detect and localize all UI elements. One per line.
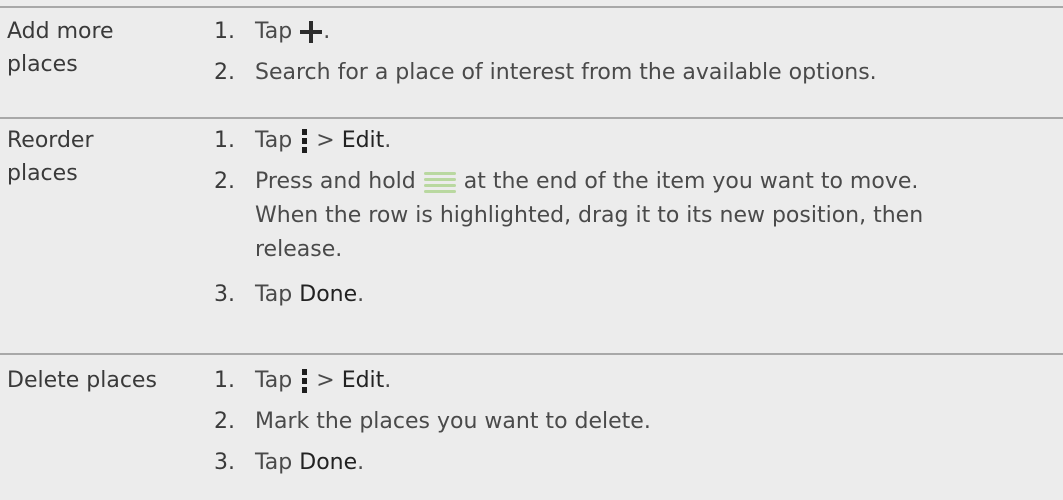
table-row-reorder-places: Reorder places 1. Tap > Edit. 2. Press a… bbox=[0, 117, 1063, 354]
step-text-separator: > bbox=[316, 368, 335, 393]
step-text-post: . bbox=[384, 368, 392, 393]
label-line: places bbox=[7, 52, 78, 77]
step-number: 1. bbox=[214, 128, 235, 153]
row-label-reorder-places: Reorder places bbox=[7, 124, 172, 190]
table-row-add-places: Add more places 1. Tap . 2. Search for a… bbox=[0, 6, 1063, 118]
instructions-table: Add more places 1. Tap . 2. Search for a… bbox=[0, 0, 1063, 500]
step-text-pre: Press and hold bbox=[255, 169, 416, 194]
step-action: Done bbox=[299, 450, 358, 475]
step-action: Done bbox=[299, 282, 358, 307]
step-text-pre: Tap bbox=[255, 19, 293, 44]
label-line: Delete places bbox=[7, 368, 157, 393]
step-text-post: . bbox=[357, 450, 365, 475]
menu-icon bbox=[302, 369, 308, 393]
step-text-post: . bbox=[323, 19, 331, 44]
step-text-post: at the end of the item you want to move. bbox=[463, 169, 919, 194]
step-number: 1. bbox=[214, 19, 235, 44]
step-text: Mark the places you want to delete. bbox=[255, 409, 651, 434]
row-label-add-places: Add more places bbox=[7, 15, 172, 81]
label-line: Add more bbox=[7, 19, 114, 44]
step-text-post: . bbox=[384, 128, 392, 153]
step-number: 3. bbox=[214, 282, 235, 307]
plus-icon bbox=[300, 21, 323, 43]
step-text-pre: Tap bbox=[255, 128, 293, 153]
step-text-post: . bbox=[357, 282, 365, 307]
step-number: 2. bbox=[214, 409, 235, 434]
label-line: Reorder bbox=[7, 128, 94, 153]
step-text-pre: Tap bbox=[255, 282, 293, 307]
step-number: 3. bbox=[214, 450, 235, 475]
step-text: When the row is highlighted, drag it to … bbox=[255, 203, 924, 228]
drag-handle-icon bbox=[423, 172, 456, 193]
step-text-separator: > bbox=[316, 128, 335, 153]
step-text: Press and hold at the end of the item yo… bbox=[255, 165, 918, 198]
step-text: Tap Done. bbox=[255, 446, 364, 479]
step-text: Tap . bbox=[255, 15, 330, 48]
step-text: release. bbox=[255, 237, 343, 262]
label-line: places bbox=[7, 161, 78, 186]
step-action: Edit bbox=[341, 368, 385, 393]
step-action: Edit bbox=[341, 128, 385, 153]
step-number: 2. bbox=[214, 169, 235, 194]
step-text: Tap > Edit. bbox=[255, 364, 391, 397]
menu-icon bbox=[302, 129, 308, 153]
step-text: Tap > Edit. bbox=[255, 124, 391, 157]
step-text-pre: Tap bbox=[255, 368, 293, 393]
step-number: 2. bbox=[214, 60, 235, 85]
step-text-pre: Tap bbox=[255, 450, 293, 475]
step-text: Search for a place of interest from the … bbox=[255, 60, 877, 85]
row-label-delete-places: Delete places bbox=[7, 364, 207, 397]
table-row-delete-places: Delete places 1. Tap > Edit. 2. Mark the… bbox=[0, 353, 1063, 500]
step-text: Tap Done. bbox=[255, 278, 364, 311]
step-number: 1. bbox=[214, 368, 235, 393]
